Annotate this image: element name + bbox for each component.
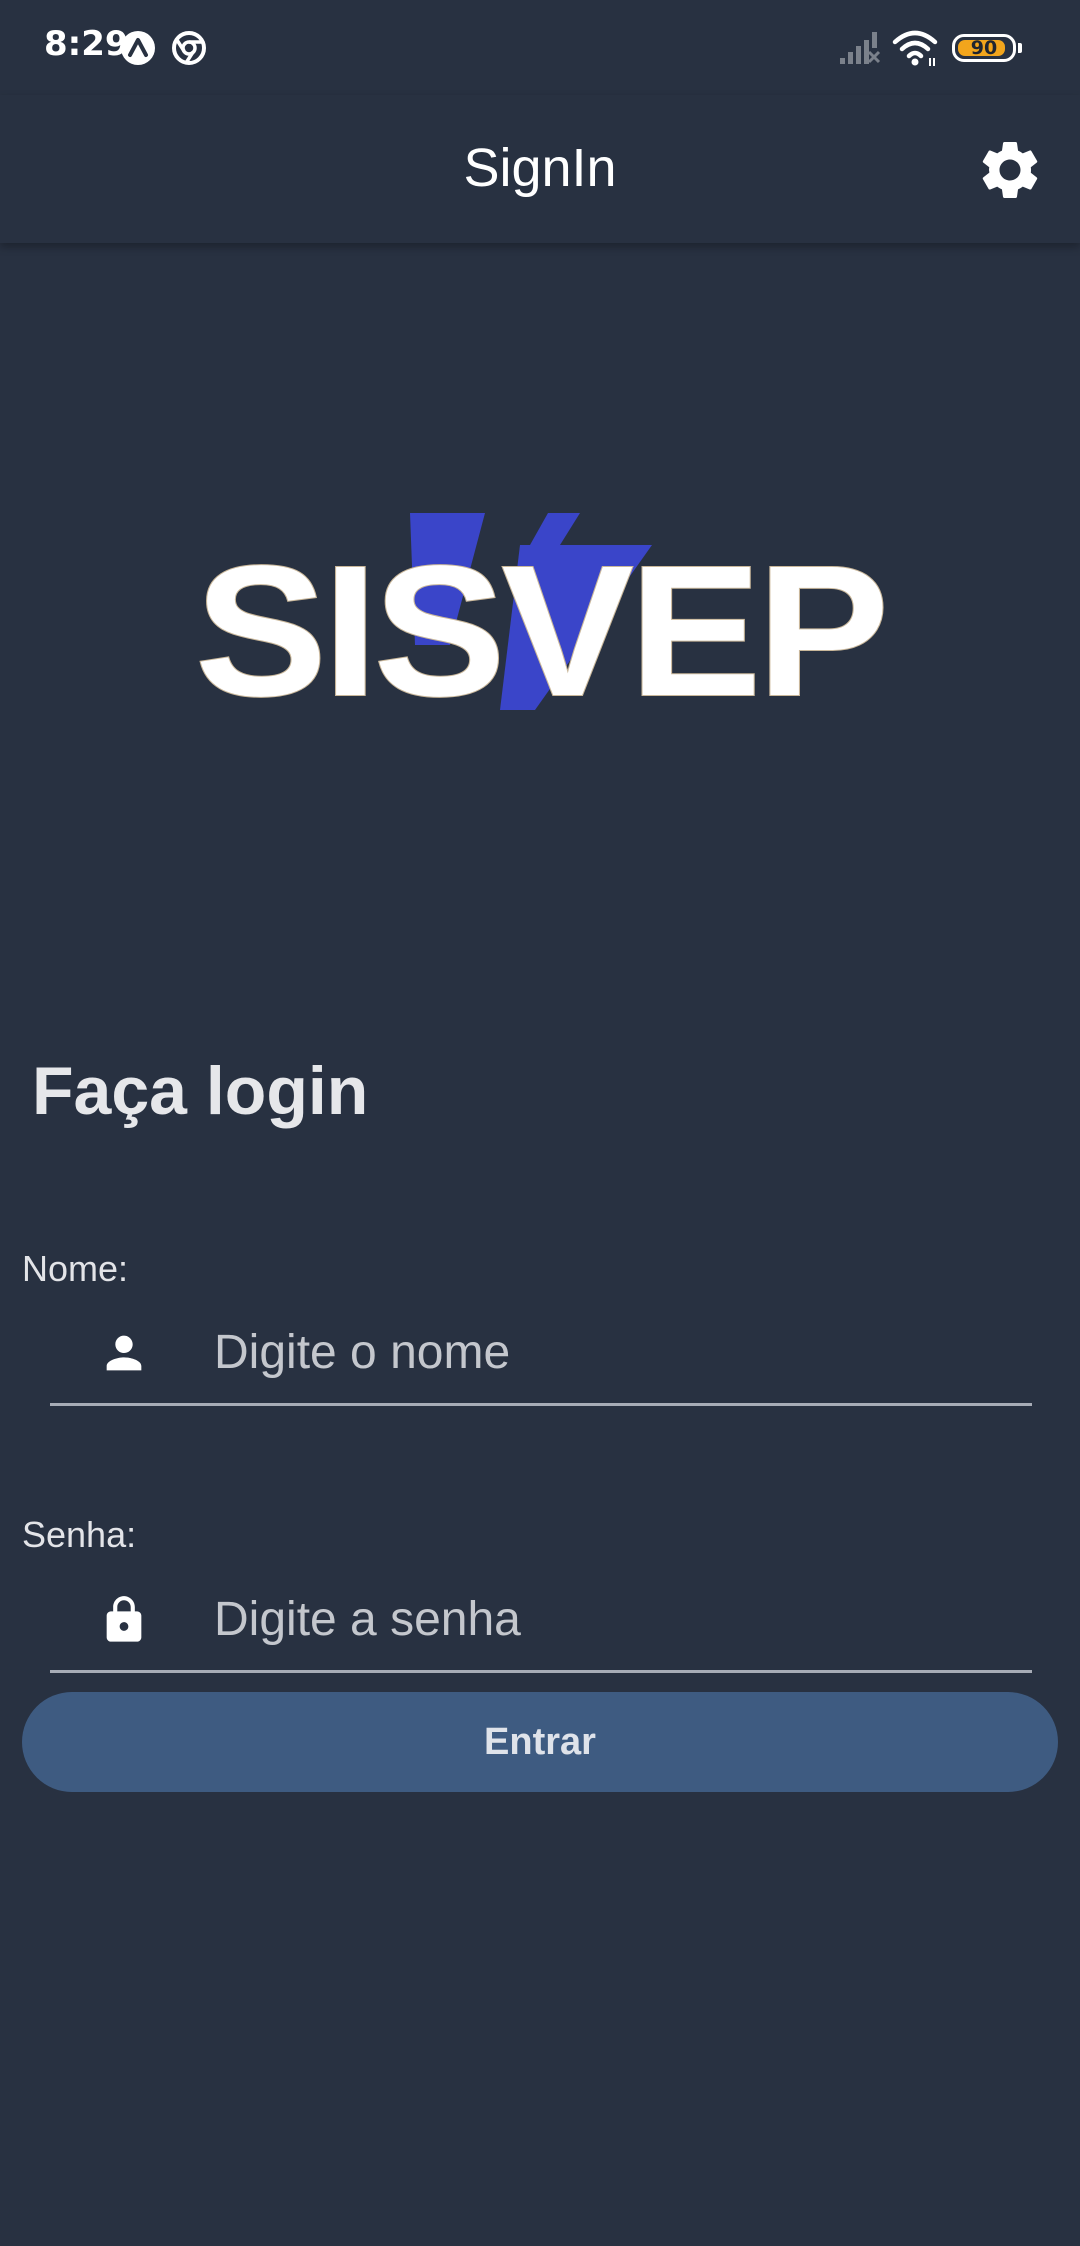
password-input[interactable]	[212, 1580, 1016, 1658]
login-heading: Faça login	[32, 1053, 369, 1129]
wifi-icon	[892, 30, 938, 66]
svg-text:SISVEP: SISVEP	[195, 528, 885, 725]
signal-icon	[840, 32, 881, 64]
login-button[interactable]: Entrar	[22, 1692, 1058, 1792]
gear-icon	[982, 141, 1038, 198]
lock-icon	[106, 1596, 142, 1642]
settings-button[interactable]	[975, 135, 1045, 205]
app-bar: SignIn	[0, 95, 1080, 243]
a-notification-icon	[121, 31, 155, 65]
battery-level-text: 90	[970, 37, 998, 59]
status-time: 8:29	[44, 24, 129, 64]
status-bar: 8:29 90	[0, 0, 1080, 95]
name-label: Nome:	[22, 1248, 129, 1289]
page-title: SignIn	[463, 138, 617, 198]
battery-icon: 90	[952, 34, 1016, 62]
chrome-icon	[172, 31, 206, 65]
sisvep-logo: SISVEP	[194, 513, 890, 725]
name-field[interactable]	[50, 1303, 1032, 1406]
password-field[interactable]	[50, 1570, 1032, 1673]
name-input[interactable]	[212, 1313, 1016, 1391]
password-label: Senha:	[22, 1514, 137, 1555]
person-icon	[106, 1335, 142, 1371]
battery-tip	[1018, 43, 1022, 53]
